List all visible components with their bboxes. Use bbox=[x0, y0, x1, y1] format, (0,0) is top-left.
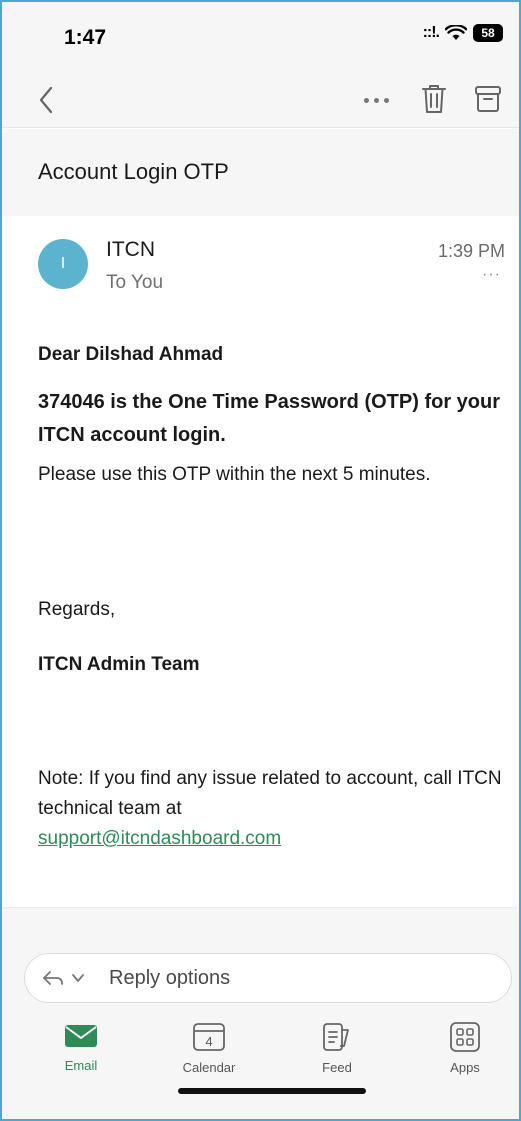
avatar[interactable]: I bbox=[38, 239, 88, 289]
chevron-left-icon bbox=[39, 86, 53, 114]
apps-grid-icon bbox=[450, 1022, 480, 1052]
battery-icon: 58 bbox=[473, 24, 503, 42]
dot bbox=[363, 97, 369, 103]
tab-label: Email bbox=[64, 1058, 98, 1073]
reply-area: Reply options bbox=[2, 944, 519, 1012]
more-options-button[interactable] bbox=[356, 82, 396, 118]
support-email-link[interactable]: support@itcndashboard.com bbox=[38, 828, 281, 849]
tab-bar: Email 4 Calendar Feed Apps bbox=[2, 1012, 519, 1119]
tab-label: Feed bbox=[322, 1060, 352, 1075]
note-block: Note: If you find any issue related to a… bbox=[38, 764, 508, 854]
calendar-day: 4 bbox=[205, 1034, 212, 1049]
reply-icon bbox=[43, 971, 63, 985]
status-bar: 1:47 ::!. 58 bbox=[2, 2, 519, 72]
tab-apps[interactable]: Apps bbox=[420, 1022, 510, 1092]
tab-feed[interactable]: Feed bbox=[292, 1022, 382, 1092]
tab-calendar[interactable]: 4 Calendar bbox=[164, 1022, 254, 1092]
signature: ITCN Admin Team bbox=[38, 654, 200, 675]
status-time: 1:47 bbox=[64, 26, 107, 49]
reply-options-label: Reply options bbox=[109, 967, 231, 989]
wifi-icon bbox=[445, 25, 467, 40]
regards: Regards, bbox=[38, 599, 116, 620]
email-subject: Account Login OTP bbox=[38, 159, 229, 184]
envelope-icon bbox=[65, 1025, 97, 1047]
back-button[interactable] bbox=[28, 82, 64, 118]
message-more-button[interactable]: ··· bbox=[482, 266, 501, 284]
sender-name[interactable]: ITCN bbox=[106, 238, 155, 262]
status-icons: ::!. 58 bbox=[423, 24, 503, 42]
divider-band bbox=[2, 907, 519, 944]
trash-icon bbox=[422, 85, 446, 113]
tab-email[interactable]: Email bbox=[36, 1022, 126, 1092]
subject-bar: Account Login OTP bbox=[2, 129, 519, 216]
email-screen: 1:47 ::!. 58 Account Login OTP I ITCN To… bbox=[0, 0, 521, 1121]
nav-bar bbox=[2, 72, 519, 128]
chevron-down-icon bbox=[72, 974, 84, 982]
archive-icon bbox=[475, 86, 501, 112]
cellular-signal-icon: ::!. bbox=[422, 24, 440, 41]
dot bbox=[383, 97, 389, 103]
delete-button[interactable] bbox=[416, 80, 452, 118]
feed-icon bbox=[323, 1023, 349, 1051]
message-time: 1:39 PM bbox=[437, 241, 505, 261]
calendar-icon: 4 bbox=[193, 1023, 225, 1051]
tab-label: Calendar bbox=[182, 1060, 236, 1075]
dot bbox=[373, 97, 379, 103]
note-text: Note: If you find any issue related to a… bbox=[38, 768, 502, 819]
reply-options-button[interactable]: Reply options bbox=[24, 953, 512, 1003]
otp-instruction: Please use this OTP within the next 5 mi… bbox=[38, 464, 431, 485]
recipient-line[interactable]: To You bbox=[106, 272, 163, 294]
home-indicator[interactable] bbox=[178, 1088, 366, 1094]
avatar-initial: I bbox=[60, 255, 66, 272]
archive-button[interactable] bbox=[470, 80, 506, 118]
tab-label: Apps bbox=[450, 1060, 480, 1075]
battery-level: 58 bbox=[481, 26, 495, 40]
greeting: Dear Dilshad Ahmad bbox=[38, 344, 224, 365]
otp-message: 374046 is the One Time Password (OTP) fo… bbox=[38, 391, 501, 446]
